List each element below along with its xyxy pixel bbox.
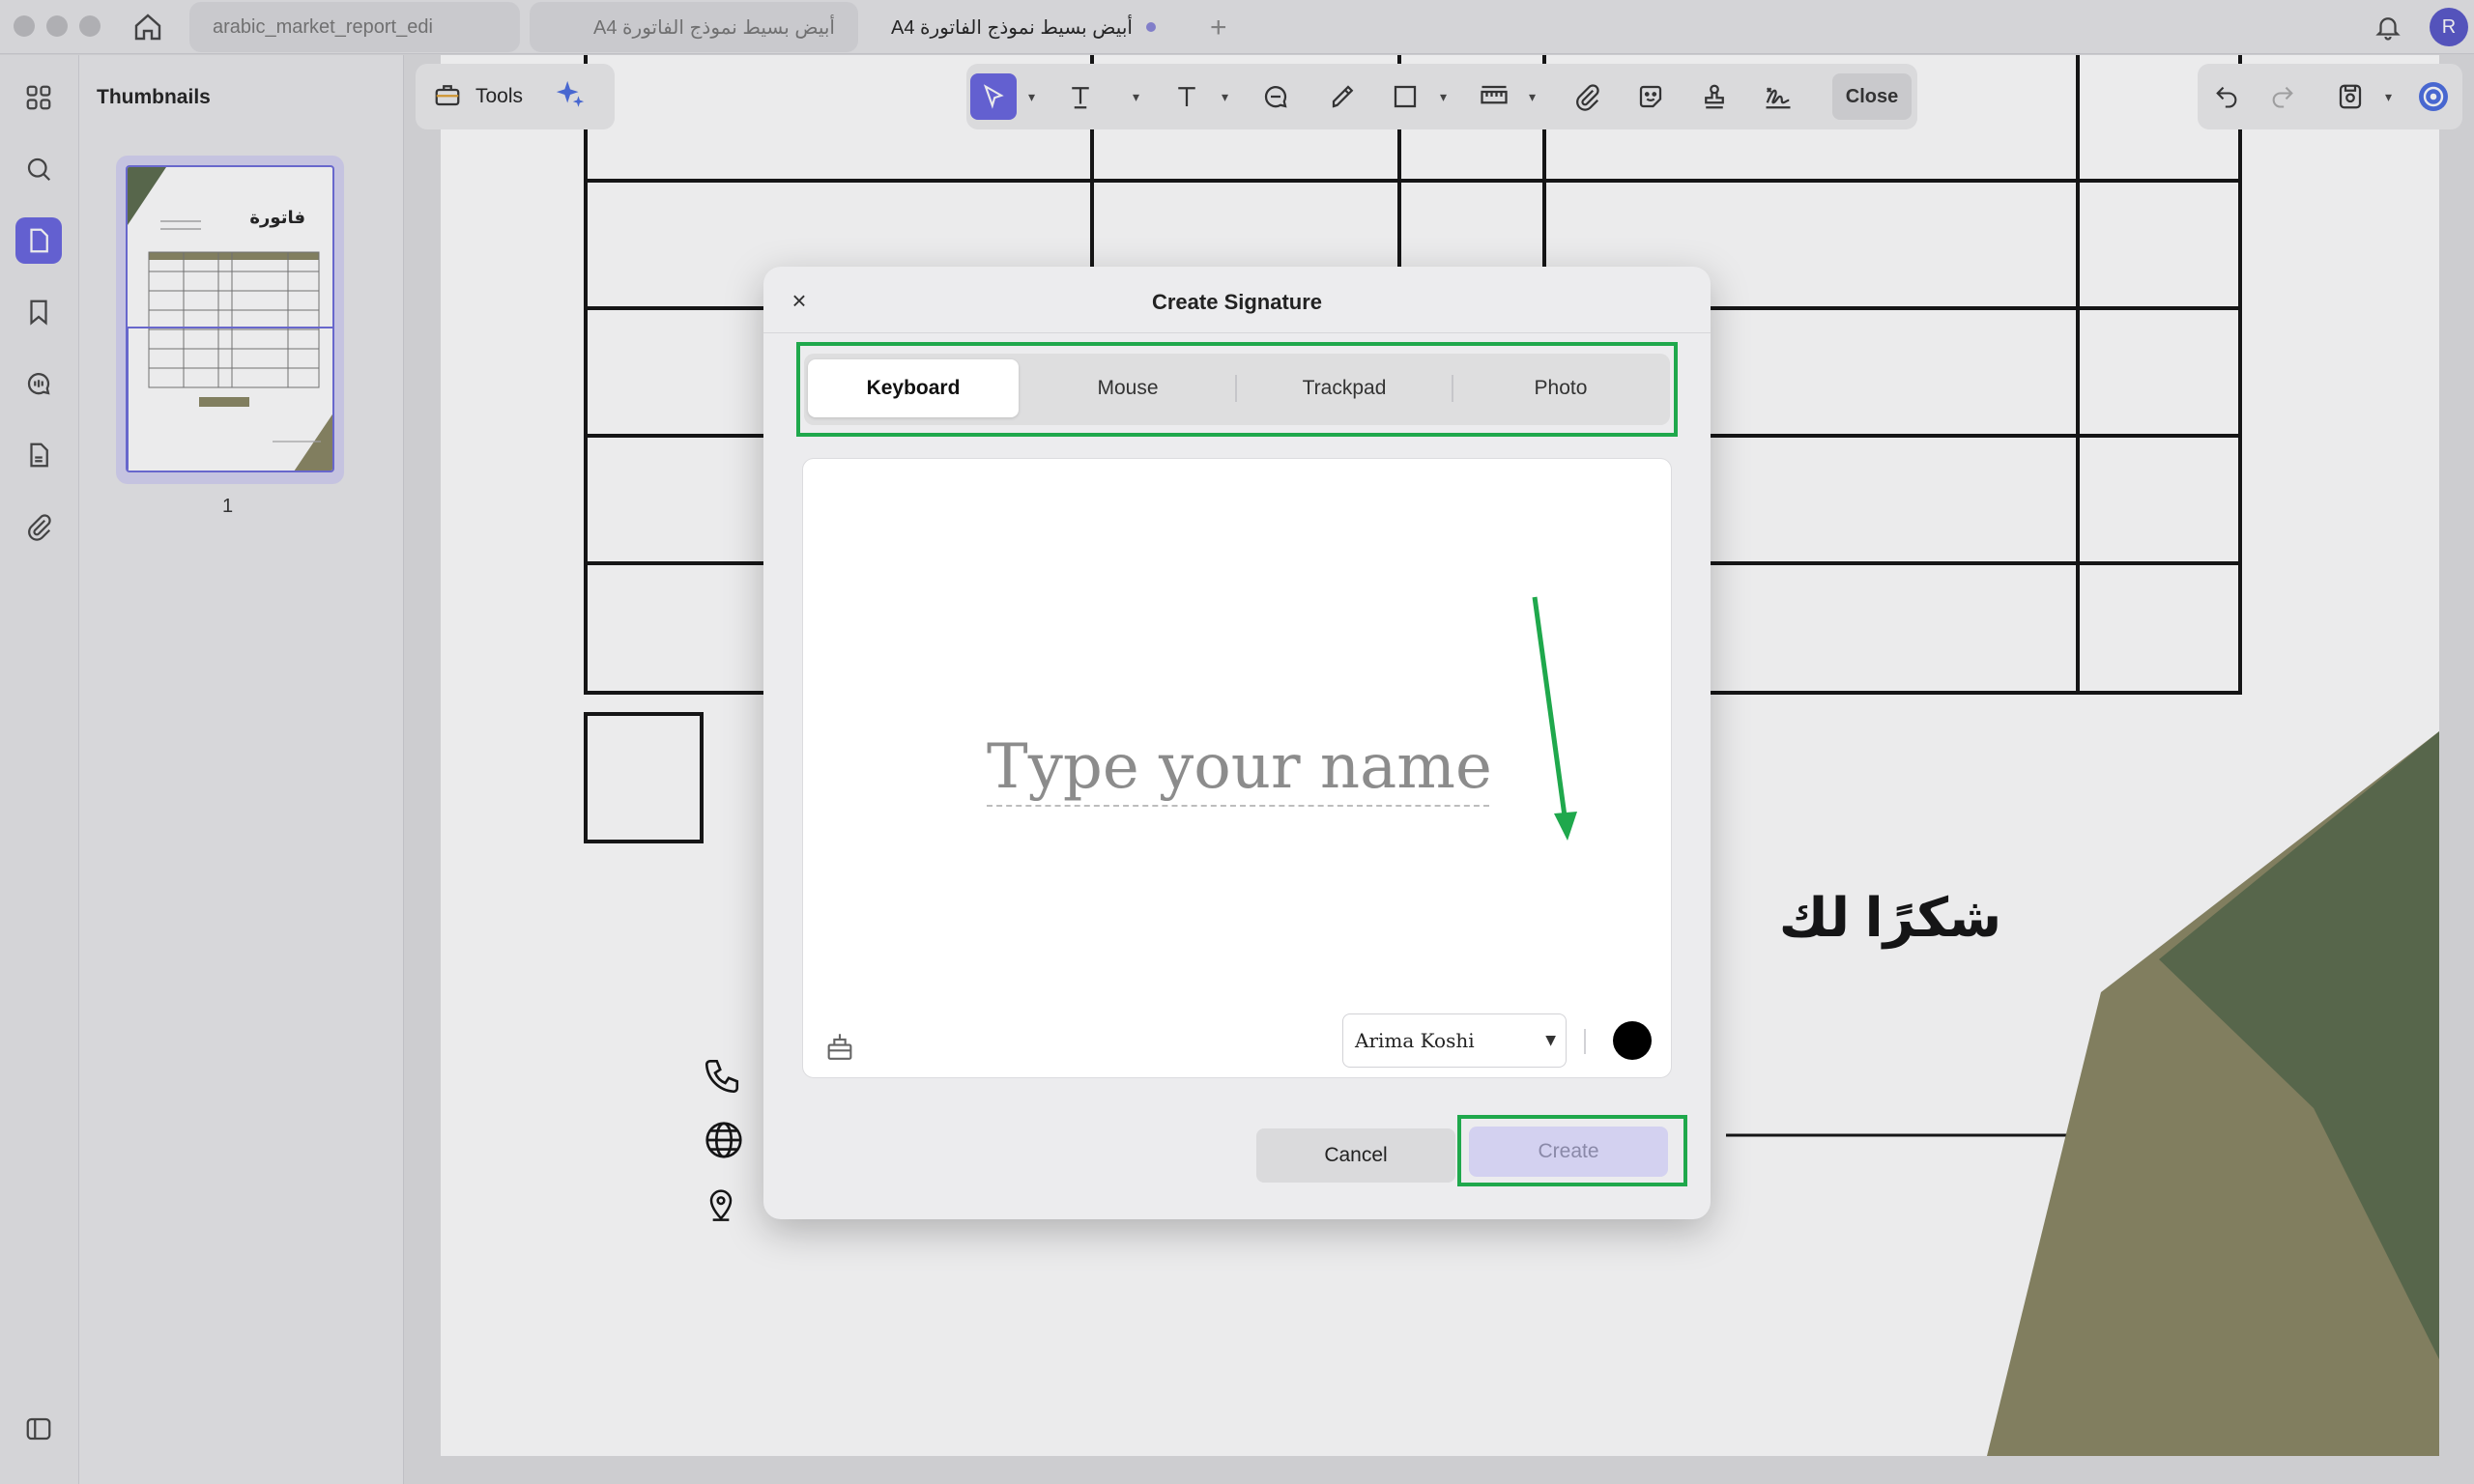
tab-separator (1235, 375, 1237, 402)
tab-mouse[interactable]: Mouse (1022, 359, 1233, 417)
cancel-button[interactable]: Cancel (1256, 1128, 1455, 1183)
tab-photo[interactable]: Photo (1455, 359, 1666, 417)
divider (763, 332, 1711, 333)
create-button-highlight: Create (1457, 1115, 1687, 1186)
dialog-title: Create Signature (1151, 290, 1323, 314)
tab-keyboard[interactable]: Keyboard (808, 359, 1019, 417)
input-method-tabs: Keyboard Mouse Trackpad Photo (804, 354, 1670, 425)
tab-separator (1452, 375, 1453, 402)
create-button[interactable]: Create (1469, 1127, 1668, 1177)
signature-color-picker[interactable] (1613, 1021, 1652, 1060)
signature-canvas: Arima Koshi ▼ (802, 458, 1672, 1078)
input-method-highlight: Keyboard Mouse Trackpad Photo (796, 342, 1678, 437)
divider (1584, 1029, 1586, 1054)
name-input[interactable] (987, 729, 1489, 807)
create-signature-dialog: × Create Signature Keyboard Mouse Trackp… (763, 267, 1711, 1219)
tab-trackpad[interactable]: Trackpad (1239, 359, 1450, 417)
chevron-down-icon: ▼ (1545, 1033, 1556, 1048)
font-name: Arima Koshi (1355, 1029, 1475, 1052)
font-selector[interactable]: Arima Koshi ▼ (1342, 1013, 1567, 1068)
eraser-icon[interactable] (822, 1029, 857, 1064)
